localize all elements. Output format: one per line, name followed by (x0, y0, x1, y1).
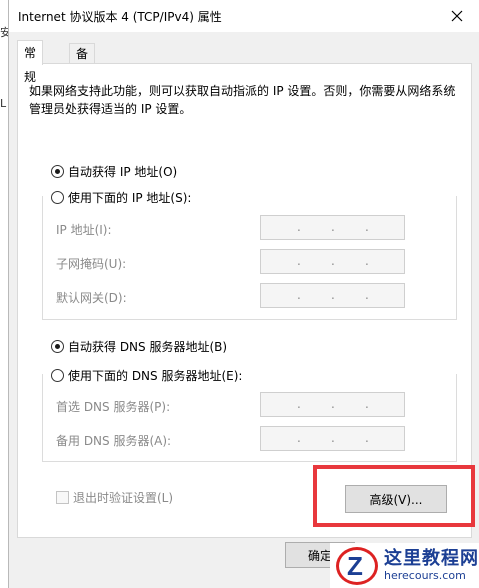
alternate-dns-label: 备用 DNS 服务器(A): (56, 434, 172, 448)
close-button[interactable] (434, 0, 479, 32)
close-icon (451, 10, 463, 22)
subnet-mask-label: 子网掩码(U): (56, 257, 127, 271)
subnet-mask-input[interactable]: ... (260, 249, 405, 274)
watermark-text: 这里教程网 herecours.com (384, 547, 479, 583)
auto-dns-label: 自动获得 DNS 服务器地址(B) (68, 340, 228, 354)
auto-ip-radio[interactable] (51, 165, 64, 178)
default-gateway-label: 默认网关(D): (56, 291, 127, 305)
preferred-dns-input[interactable]: ... (260, 392, 405, 417)
highlight-box (313, 465, 475, 527)
window-title: Internet 协议版本 4 (TCP/IPv4) 属性 (18, 10, 222, 24)
manual-dns-option[interactable]: 使用下面的 DNS 服务器地址(E): (51, 367, 247, 384)
default-gateway-input[interactable]: ... (260, 283, 405, 308)
title-bar: Internet 协议版本 4 (TCP/IPv4) 属性 (9, 0, 479, 32)
site-watermark: Z 这里教程网 herecours.com (330, 543, 479, 588)
auto-dns-option[interactable]: 自动获得 DNS 服务器地址(B) (51, 338, 227, 355)
validate-on-exit-label: 退出时验证设置(L) (73, 491, 174, 505)
ip-address-label: IP 地址(I): (56, 223, 112, 237)
alternate-dns-input[interactable]: ... (260, 426, 405, 451)
tab-alternate-configuration[interactable]: 备用配置 (69, 43, 96, 121)
auto-dns-radio[interactable] (51, 340, 64, 353)
manual-ip-radio[interactable] (51, 191, 64, 204)
manual-dns-radio[interactable] (51, 369, 64, 382)
auto-ip-option[interactable]: 自动获得 IP 地址(O) (51, 163, 177, 180)
watermark-logo-icon: Z (336, 546, 378, 585)
manual-dns-label: 使用下面的 DNS 服务器地址(E): (68, 369, 243, 383)
background-text-fragment: L (0, 97, 7, 110)
ip-address-input[interactable]: ... (260, 215, 405, 240)
watermark-url: herecours.com (384, 568, 466, 582)
tcpip-properties-dialog: Internet 协议版本 4 (TCP/IPv4) 属性 常规 备用配置 如果… (8, 0, 479, 588)
validate-on-exit-option[interactable]: 退出时验证设置(L) (56, 489, 173, 506)
manual-ip-label: 使用下面的 IP 地址(S): (68, 191, 192, 205)
auto-ip-label: 自动获得 IP 地址(O) (68, 165, 178, 179)
validate-on-exit-checkbox[interactable] (56, 491, 69, 504)
preferred-dns-label: 首选 DNS 服务器(P): (56, 400, 171, 414)
description-text: 如果网络支持此功能，则可以获取自动指派的 IP 设置。否则，你需要从网络系统管理… (29, 84, 456, 116)
tab-general[interactable]: 常规 (17, 40, 44, 84)
watermark-title: 这里教程网 (384, 547, 479, 569)
manual-ip-option[interactable]: 使用下面的 IP 地址(S): (51, 189, 196, 206)
